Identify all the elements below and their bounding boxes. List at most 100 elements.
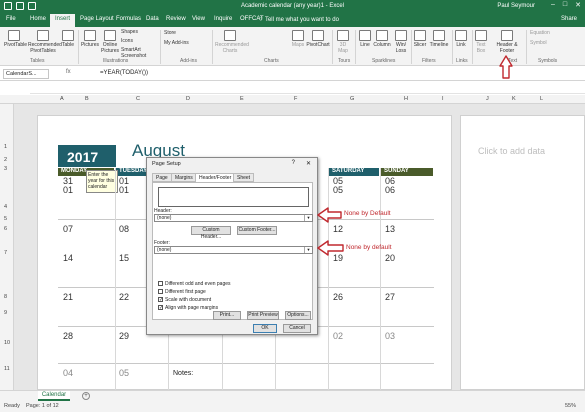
zoom-level[interactable]: 55% <box>565 403 576 409</box>
print-preview-button[interactable]: Print Preview <box>247 311 279 320</box>
recommended-pivottables-button[interactable]: Recommended PivotTables <box>28 30 62 54</box>
tab-home[interactable]: Home <box>30 16 46 22</box>
row-header[interactable]: 3 <box>4 166 7 172</box>
formula-input[interactable]: =YEAR(TODAY()) <box>100 70 148 76</box>
column-header[interactable]: E <box>240 96 244 102</box>
pictures-button[interactable]: Pictures <box>80 30 100 48</box>
date-cell[interactable]: 14 <box>63 253 73 263</box>
date-cell[interactable]: 19 <box>333 253 343 263</box>
column-header[interactable]: D <box>186 96 190 102</box>
column-header[interactable]: A <box>60 96 64 102</box>
tab-insert[interactable]: Insert <box>50 14 76 27</box>
shapes-button[interactable]: Shapes <box>121 29 147 35</box>
sparkline-line-button[interactable]: Line <box>358 30 372 48</box>
row-header[interactable]: 11 <box>4 366 10 372</box>
checkbox-align-margins[interactable]: ✓ Align with page margins <box>158 305 218 311</box>
date-cell[interactable]: 08 <box>119 224 129 234</box>
click-to-add-data[interactable]: Click to add data <box>478 146 545 156</box>
row-header[interactable]: 4 <box>4 204 7 210</box>
column-header[interactable]: J <box>486 96 489 102</box>
sparkline-column-button[interactable]: Column <box>373 30 391 48</box>
check-icon[interactable]: ✓ <box>158 305 163 311</box>
column-header[interactable]: I <box>442 96 444 102</box>
column-header[interactable]: F <box>294 96 297 102</box>
link-button[interactable]: Link <box>454 30 468 48</box>
date-cell[interactable]: 26 <box>333 292 343 302</box>
recommended-charts-button[interactable]: Recommended Charts <box>215 30 249 54</box>
date-cell[interactable]: 07 <box>63 224 73 234</box>
close-button[interactable]: ✕ <box>575 1 581 9</box>
column-header[interactable]: B <box>85 96 89 102</box>
date-cell[interactable]: 15 <box>119 253 129 263</box>
date-cell[interactable]: 20 <box>385 253 395 263</box>
row-header[interactable]: 2 <box>4 157 7 163</box>
tab-view[interactable]: View <box>192 16 205 22</box>
header-select[interactable]: (none) ▼ <box>154 214 313 222</box>
name-box[interactable]: CalendarS... <box>3 69 49 79</box>
sparkline-winloss-button[interactable]: Win/ Loss <box>393 30 409 54</box>
slicer-button[interactable]: Slicer <box>413 30 427 48</box>
share-button[interactable]: Share <box>561 16 577 22</box>
3d-map-button[interactable]: 3D Map <box>336 30 350 54</box>
custom-header-button[interactable]: Custom Header... <box>191 226 231 240</box>
pivotchart-button[interactable]: PivotChart <box>306 30 330 48</box>
pivottable-button[interactable]: PivotTable <box>4 30 27 48</box>
date-cell[interactable]: 04 <box>63 368 73 378</box>
date-cell[interactable]: 29 <box>119 331 129 341</box>
column-header[interactable]: C <box>136 96 140 102</box>
date-cell[interactable]: 02 <box>333 331 343 341</box>
checkbox-first-page[interactable]: Different first page <box>158 289 206 295</box>
date-cell[interactable]: 06 <box>385 185 395 195</box>
tab-sheet[interactable]: Sheet <box>233 173 255 182</box>
print-button[interactable]: Print... <box>213 311 241 320</box>
sheet-tab-calendar[interactable]: Calendar <box>38 391 70 401</box>
dialog-close-button[interactable]: ✕ <box>306 160 311 167</box>
tab-file[interactable]: File <box>6 16 16 22</box>
maximize-button[interactable]: □ <box>563 1 567 9</box>
help-button[interactable]: ? <box>292 160 295 166</box>
icons-button[interactable]: Icons <box>121 38 147 44</box>
row-header[interactable]: 9 <box>4 310 7 316</box>
tab-data[interactable]: Data <box>146 16 159 22</box>
tab-page[interactable]: Page <box>152 173 172 182</box>
options-button[interactable]: Options... <box>285 311 311 320</box>
add-sheet-icon[interactable]: + <box>82 392 90 400</box>
minimize-button[interactable]: – <box>551 1 555 9</box>
date-cell[interactable]: 01 <box>63 185 73 195</box>
check-icon[interactable]: ✓ <box>158 297 163 303</box>
column-header[interactable]: G <box>350 96 354 102</box>
date-cell[interactable]: 05 <box>119 368 129 378</box>
custom-footer-button[interactable]: Custom Footer... <box>237 226 277 235</box>
tab-page-layout[interactable]: Page Layout <box>80 16 114 22</box>
my-addins-button[interactable]: My Add-ins <box>164 40 200 46</box>
user-name[interactable]: Paul Seymour <box>497 3 535 9</box>
row-header[interactable]: 10 <box>4 340 10 346</box>
ok-button[interactable]: OK <box>253 324 277 333</box>
year-cell[interactable]: 2017 <box>58 145 116 167</box>
row-header[interactable]: 8 <box>4 294 7 300</box>
date-cell[interactable]: 13 <box>385 224 395 234</box>
tell-me-search[interactable]: ♡ Tell me what you want to do <box>258 16 339 23</box>
tab-margins[interactable]: Margins <box>171 173 197 182</box>
date-cell[interactable]: 03 <box>385 331 395 341</box>
maps-button[interactable]: Maps <box>290 30 306 48</box>
checkbox-box[interactable] <box>158 281 163 287</box>
row-header[interactable]: 5 <box>4 216 7 222</box>
column-header[interactable]: H <box>404 96 408 102</box>
header-footer-button[interactable]: Header & Footer <box>495 30 519 54</box>
footer-select[interactable]: (none) ▼ <box>154 246 313 254</box>
checkbox-box[interactable] <box>158 289 163 295</box>
checkbox-odd-even[interactable]: Different odd and even pages <box>158 281 231 287</box>
row-header[interactable]: 7 <box>4 250 7 256</box>
checkbox-scale-document[interactable]: ✓ Scale with document <box>158 297 211 303</box>
table-button[interactable]: Table <box>61 30 75 48</box>
column-header[interactable]: L <box>540 96 543 102</box>
date-cell[interactable]: 01 <box>119 185 129 195</box>
row-header[interactable]: 6 <box>4 226 7 232</box>
date-cell[interactable]: 22 <box>119 292 129 302</box>
symbol-button[interactable]: Symbol <box>530 40 566 46</box>
date-cell[interactable]: 21 <box>63 292 73 302</box>
date-cell[interactable]: 12 <box>333 224 343 234</box>
store-button[interactable]: Store <box>164 30 190 36</box>
online-pictures-button[interactable]: Online Pictures <box>101 30 119 54</box>
